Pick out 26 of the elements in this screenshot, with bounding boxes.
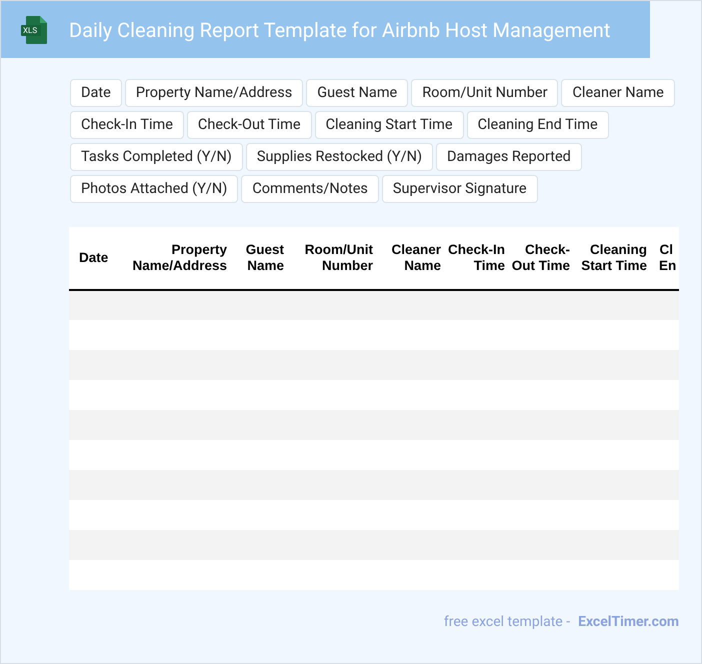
field-chip[interactable]: Property Name/Address — [124, 79, 304, 107]
field-chip[interactable]: Check-In Time — [70, 111, 184, 139]
field-chip[interactable]: Comments/Notes — [241, 175, 379, 203]
column-header: Property Name/Address — [119, 227, 233, 290]
field-chip[interactable]: Cleaning Start Time — [314, 111, 464, 139]
column-header: Room/Unit Number — [290, 227, 379, 290]
column-header: Cl En — [653, 227, 679, 290]
field-chip[interactable]: Room/Unit Number — [411, 79, 558, 107]
field-chip[interactable]: Cleaner Name — [561, 79, 675, 107]
column-header: Cleaning Start Time — [576, 227, 653, 290]
column-header: Check-In Time — [447, 227, 511, 290]
field-chip[interactable]: Date — [70, 79, 122, 107]
field-chip[interactable]: Photos Attached (Y/N) — [70, 175, 238, 203]
column-header: Check-Out Time — [511, 227, 576, 290]
field-chip[interactable]: Tasks Completed (Y/N) — [70, 143, 243, 171]
field-chip[interactable]: Supervisor Signature — [382, 175, 538, 203]
column-header: Date — [69, 227, 119, 290]
field-chip[interactable]: Check-Out Time — [186, 111, 312, 139]
field-chip[interactable]: Supplies Restocked (Y/N) — [246, 143, 433, 171]
field-chip[interactable]: Guest Name — [306, 79, 408, 107]
footer-text: free excel template - — [444, 613, 570, 632]
field-chip[interactable]: Damages Reported — [436, 143, 582, 171]
window-title: Daily Cleaning Report Template for Airbnb Host Management — [69, 16, 610, 44]
column-header: Guest Name — [233, 227, 290, 290]
column-header: Cleaner Name — [379, 227, 447, 290]
field-chip[interactable]: Cleaning End Time — [466, 111, 609, 139]
